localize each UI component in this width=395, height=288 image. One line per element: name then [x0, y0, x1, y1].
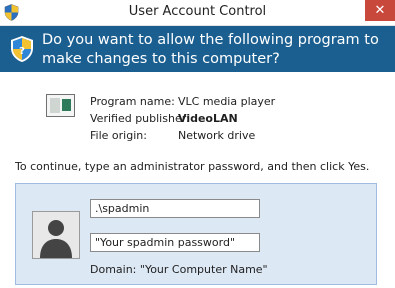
file-origin-value: Network drive	[178, 129, 256, 142]
shield-icon: ?	[11, 36, 33, 62]
publisher-label: Verified publisher:	[90, 112, 190, 125]
publisher-value: VideoLAN	[178, 112, 238, 125]
program-name-value: VLC media player	[178, 95, 276, 108]
password-field[interactable]	[90, 233, 260, 252]
file-origin-row: File origin: Network drive	[90, 127, 275, 144]
publisher-row: Verified publisher:VideoLAN	[90, 110, 275, 127]
svg-text:?: ?	[19, 46, 25, 57]
username-field[interactable]	[90, 199, 260, 218]
program-name-row: Program name: VLC media player	[90, 93, 275, 110]
prompt-question: Do you want to allow the following progr…	[42, 32, 379, 67]
file-origin-label: File origin:	[90, 129, 147, 142]
window-title: User Account Control	[128, 4, 267, 19]
program-details: Program name: VLC media player Verified p…	[90, 93, 275, 144]
prompt-header: ? Do you want to allow the following pro…	[0, 26, 395, 72]
program-name-label: Program name:	[90, 95, 175, 108]
close-button[interactable]: ✕	[365, 0, 395, 21]
title-bar: User Account Control ✕	[0, 0, 395, 26]
user-avatar-icon	[32, 211, 80, 259]
instruction-text: To continue, type an administrator passw…	[15, 160, 370, 173]
domain-text: Domain: "Your Computer Name"	[90, 263, 268, 276]
application-icon	[46, 94, 75, 117]
